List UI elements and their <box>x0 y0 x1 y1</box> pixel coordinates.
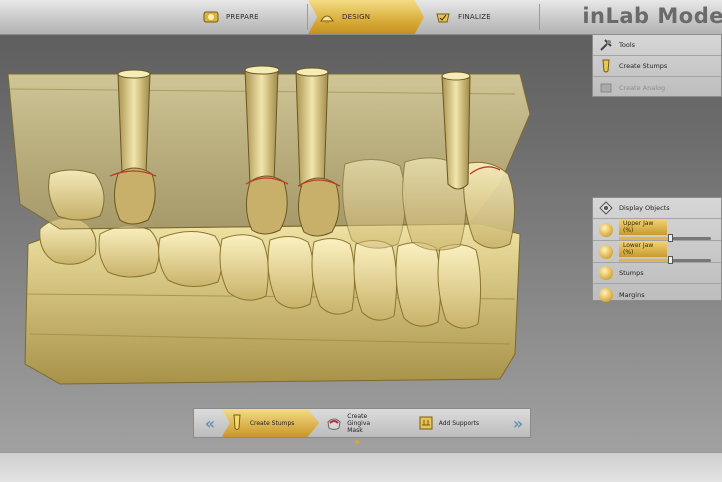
previous-tool-button[interactable]: « <box>194 409 222 437</box>
app-brand: inLab Mode <box>582 4 722 28</box>
design-toolbar: « Create Stumps Create Gingiva Mask Add … <box>193 408 531 438</box>
support-icon <box>417 414 435 432</box>
lower-jaw-slider-row: Lower Jaw (%) <box>593 241 721 264</box>
design-icon <box>318 9 336 25</box>
upper-jaw-slider-row: Upper Jaw (%) <box>593 219 721 242</box>
lower-jaw-icon <box>599 244 613 259</box>
display-objects-icon <box>599 201 613 215</box>
tool-create-gingiva-mask[interactable]: Create Gingiva Mask <box>319 409 410 437</box>
tool-create-gingiva-mask-label: Create Gingiva Mask <box>347 412 371 434</box>
tools-icon <box>599 38 613 52</box>
prepare-icon <box>202 9 220 25</box>
upper-jaw-icon <box>599 222 613 237</box>
display-objects-panel: Display Objects Upper Jaw (%) Lower Jaw … <box>592 197 722 302</box>
panel-item-create-analog: Create Analog <box>593 77 721 98</box>
chevron-double-left-icon: « <box>204 413 216 433</box>
display-item-margins[interactable]: Margins <box>593 284 721 305</box>
step-prepare-label: PREPARE <box>226 13 259 21</box>
margins-icon <box>599 287 613 302</box>
panel-item-tools-label: Tools <box>619 41 636 49</box>
panel-item-create-analog-label: Create Analog <box>619 83 666 92</box>
lower-jaw-label: Lower Jaw (%) <box>619 241 667 257</box>
panel-item-tools[interactable]: Tools <box>593 35 721 56</box>
tool-add-supports-label: Add Supports <box>438 419 480 427</box>
next-tool-button[interactable]: » <box>502 409 530 437</box>
upper-jaw-label: Upper Jaw (%) <box>619 219 667 235</box>
finalize-icon <box>434 9 452 25</box>
display-objects-title: Display Objects <box>619 204 670 212</box>
stump-icon <box>599 59 613 73</box>
tool-add-supports[interactable]: Add Supports <box>411 409 502 437</box>
step-prepare[interactable]: PREPARE <box>192 0 308 34</box>
display-item-margins-label: Margins <box>619 290 645 299</box>
display-objects-header: Display Objects <box>593 198 721 219</box>
step-design-label: DESIGN <box>342 13 371 21</box>
tools-panel: Tools Create Stumps Create Analog <box>592 34 722 97</box>
bottom-status-bar <box>0 452 722 482</box>
gingiva-mask-icon <box>325 414 343 432</box>
lower-jaw-slider[interactable] <box>619 256 711 264</box>
tool-create-stumps[interactable]: Create Stumps <box>221 409 320 437</box>
analog-icon <box>599 81 613 95</box>
step-design[interactable]: DESIGN <box>308 0 424 34</box>
stump-icon <box>228 414 246 432</box>
toolbar-page-indicator <box>355 440 359 444</box>
dental-model-render[interactable] <box>0 34 592 452</box>
display-item-stumps[interactable]: Stumps <box>593 263 721 284</box>
panel-item-create-stumps[interactable]: Create Stumps <box>593 56 721 77</box>
top-bar: PREPARE DESIGN FINALIZE inLab Mode <box>0 0 722 35</box>
3d-viewport[interactable] <box>0 34 592 452</box>
tool-create-stumps-label: Create Stumps <box>249 419 295 427</box>
display-item-stumps-label: Stumps <box>619 269 644 277</box>
stumps-icon <box>599 266 613 280</box>
inlab-model-window: PREPARE DESIGN FINALIZE inLab Mode Tools… <box>0 0 722 482</box>
chevron-double-right-icon: » <box>512 413 524 433</box>
step-finalize-label: FINALIZE <box>458 13 491 21</box>
upper-jaw-slider[interactable] <box>619 234 711 242</box>
panel-item-create-stumps-label: Create Stumps <box>619 62 668 70</box>
lower-jaw-slider-handle[interactable] <box>668 256 673 264</box>
upper-jaw-slider-handle[interactable] <box>668 234 673 242</box>
step-finalize[interactable]: FINALIZE <box>424 0 540 34</box>
workflow-steps: PREPARE DESIGN FINALIZE <box>192 0 540 34</box>
